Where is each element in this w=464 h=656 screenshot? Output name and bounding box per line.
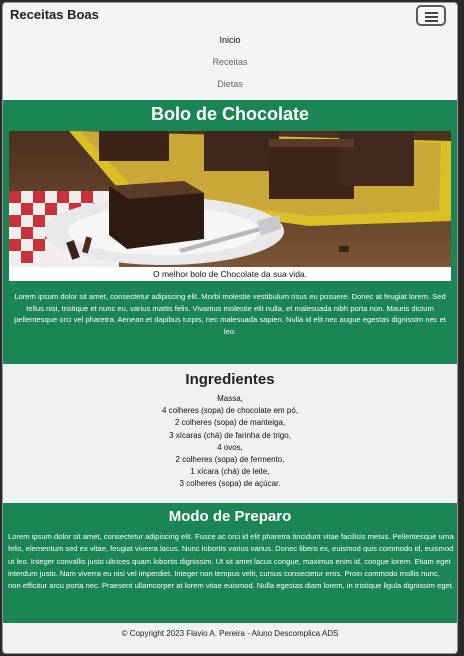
recipe-title: Bolo de Chocolate xyxy=(150,104,309,124)
nav-link-receitas[interactable]: Receitas xyxy=(3,51,457,73)
ingredient-item: 3 xícaras (chá) de farinha de trigo, xyxy=(169,430,291,440)
preparation-text: Lorem ipsum dolor sit amet, consectetur … xyxy=(8,532,454,591)
hamburger-icon-line-1 xyxy=(425,12,438,14)
nav-link-dietas[interactable]: Dietas xyxy=(3,73,457,95)
navbar: Receitas Boas Inicio Receitas Dietas xyxy=(3,3,457,100)
ingredient-item: Massa, xyxy=(217,394,243,403)
recipe-description: Lorem ipsum dolor sit amet, consectetur … xyxy=(14,292,446,336)
nav-links: Inicio Receitas Dietas xyxy=(3,29,457,95)
menu-toggle-button[interactable] xyxy=(416,5,446,26)
nav-link-inicio[interactable]: Inicio xyxy=(3,29,457,51)
brand-logo-link[interactable]: Receitas Boas xyxy=(10,7,99,22)
ingredient-item: 2 colheres (sopa) de fermento, xyxy=(175,455,285,465)
hamburger-icon-line-2 xyxy=(425,16,438,18)
image-caption: O melhor bolo de Chocolate da sua vida. xyxy=(9,267,451,281)
ingredient-item: 4 colheres (sopa) de chocolate em pó, xyxy=(161,406,299,416)
ingredients-section: Ingredientes Massa, 4 colheres (sopa) de… xyxy=(3,364,457,503)
footer-copyright: © Copyright 2023 Flavio A. Pereira - Alu… xyxy=(3,623,457,653)
cake-photo-illustration xyxy=(9,131,451,267)
preparation-title: Modo de Preparo xyxy=(168,508,292,525)
ingredients-title: Ingredientes xyxy=(185,371,275,388)
chocolate-cake-image xyxy=(9,131,451,267)
browser-viewport: Receitas Boas Inicio Receitas Dietas Bol… xyxy=(2,2,458,654)
preparation-section: Modo de Preparo Lorem ipsum dolor sit am… xyxy=(3,503,457,623)
hamburger-icon-line-3 xyxy=(425,20,438,22)
ingredient-item: 3 colheres (sopa) de açúcar. xyxy=(179,479,281,489)
recipe-hero-section: Bolo de Chocolate O melhor bolo de Choco… xyxy=(3,100,457,364)
ingredients-list: Massa, 4 colheres (sopa) de chocolate em… xyxy=(3,393,457,491)
ingredient-item: 4 ovos, xyxy=(217,442,243,452)
ingredient-item: 2 colheres (sopa) de manteiga, xyxy=(174,418,286,428)
ingredient-item: 1 xícara (chá) de leite, xyxy=(190,467,270,477)
